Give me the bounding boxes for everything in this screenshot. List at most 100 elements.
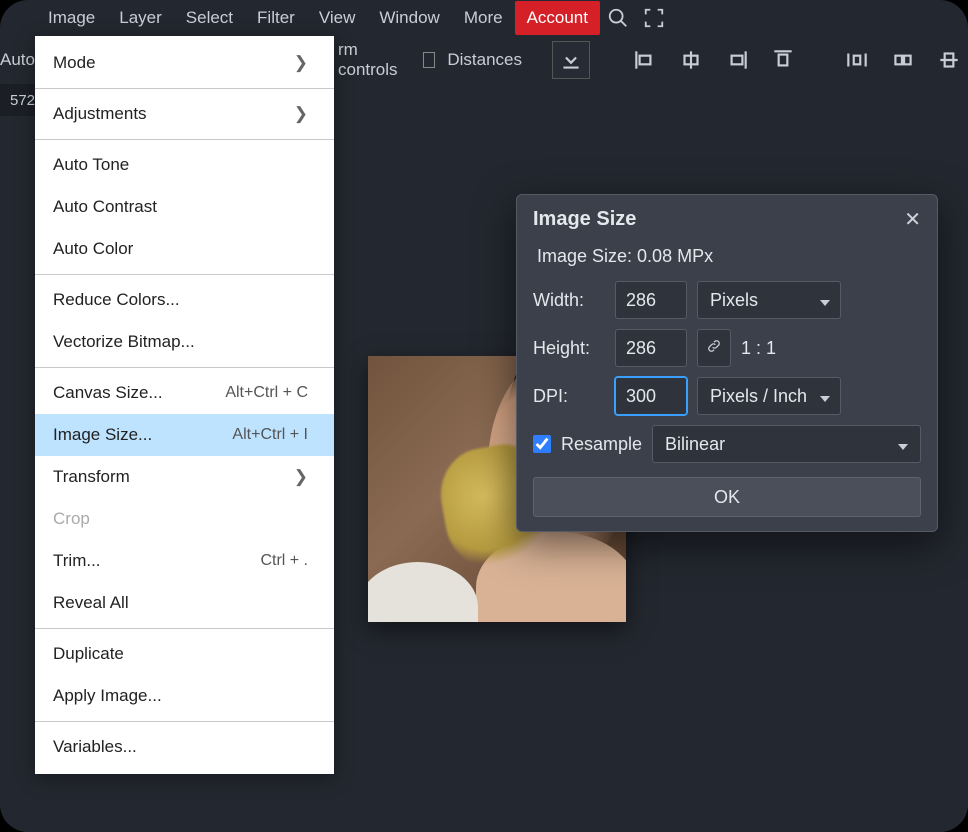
fullscreen-icon[interactable]	[636, 0, 672, 36]
menu-apply-image-label: Apply Image...	[53, 686, 162, 706]
menu-separator	[35, 274, 334, 275]
align-left-icon[interactable]	[626, 41, 664, 79]
menu-separator	[35, 628, 334, 629]
distribute-h-icon[interactable]	[838, 41, 876, 79]
toolbar-icons	[552, 41, 968, 79]
menu-image[interactable]: Image	[36, 2, 107, 34]
distribute-3-icon[interactable]	[930, 41, 968, 79]
link-icon	[706, 338, 722, 359]
toolbar-left-stub: Auto	[0, 50, 28, 70]
menu-apply-image[interactable]: Apply Image...	[35, 675, 334, 717]
menu-mode-label: Mode	[53, 53, 96, 73]
menu-select[interactable]: Select	[174, 2, 245, 34]
transform-controls-label: rm controls	[338, 40, 401, 80]
menu-image-size-shortcut: Alt+Ctrl + I	[232, 426, 308, 444]
menu-account[interactable]: Account	[515, 1, 600, 35]
height-input[interactable]	[615, 329, 687, 367]
align-center-h-icon[interactable]	[672, 41, 710, 79]
resample-method-select[interactable]: Bilinear	[652, 425, 921, 463]
dpi-row: DPI: Pixels / Inch	[533, 377, 921, 415]
image-menu-dropdown: Mode ❯ Adjustments ❯ Auto Tone Auto Cont…	[35, 36, 334, 774]
download-icon[interactable]	[552, 41, 590, 79]
menu-crop-label: Crop	[53, 509, 90, 529]
close-icon[interactable]: ✕	[904, 207, 921, 232]
chevron-right-icon: ❯	[294, 53, 308, 73]
menu-auto-color-label: Auto Color	[53, 239, 133, 259]
aspect-lock-button[interactable]	[697, 329, 731, 367]
chevron-right-icon: ❯	[294, 467, 308, 487]
menu-crop: Crop	[35, 498, 334, 540]
menu-filter[interactable]: Filter	[245, 2, 307, 34]
menu-image-size[interactable]: Image Size... Alt+Ctrl + I	[35, 414, 334, 456]
menu-adjustments-label: Adjustments	[53, 104, 147, 124]
menu-separator	[35, 139, 334, 140]
width-unit-select[interactable]: Pixels	[697, 281, 841, 319]
menu-mode[interactable]: Mode ❯	[35, 42, 334, 84]
menu-layer[interactable]: Layer	[107, 2, 174, 34]
menu-reveal-all-label: Reveal All	[53, 593, 129, 613]
height-label: Height:	[533, 338, 605, 359]
menu-transform[interactable]: Transform ❯	[35, 456, 334, 498]
menu-auto-tone-label: Auto Tone	[53, 155, 129, 175]
menu-auto-tone[interactable]: Auto Tone	[35, 144, 334, 186]
dpi-input[interactable]	[615, 377, 687, 415]
menu-reveal-all[interactable]: Reveal All	[35, 582, 334, 624]
menu-separator	[35, 88, 334, 89]
align-top-icon[interactable]	[764, 41, 802, 79]
width-input[interactable]	[615, 281, 687, 319]
aspect-ratio: 1 : 1	[741, 338, 776, 359]
menu-auto-contrast-label: Auto Contrast	[53, 197, 157, 217]
menu-adjustments[interactable]: Adjustments ❯	[35, 93, 334, 135]
menu-duplicate[interactable]: Duplicate	[35, 633, 334, 675]
dpi-unit-select[interactable]: Pixels / Inch	[697, 377, 841, 415]
dialog-titlebar[interactable]: Image Size ✕	[517, 195, 937, 242]
menu-variables[interactable]: Variables...	[35, 726, 334, 768]
image-size-info: Image Size: 0.08 MPx	[533, 242, 921, 281]
resample-method-label: Bilinear	[665, 434, 725, 455]
menubar: Image Layer Select Filter View Window Mo…	[0, 0, 968, 36]
menu-canvas-size[interactable]: Canvas Size... Alt+Ctrl + C	[35, 372, 334, 414]
menu-trim[interactable]: Trim... Ctrl + .	[35, 540, 334, 582]
chevron-down-icon	[898, 434, 908, 455]
menu-trim-shortcut: Ctrl + .	[260, 552, 308, 570]
menu-window[interactable]: Window	[367, 2, 451, 34]
width-row: Width: Pixels	[533, 281, 921, 319]
align-right-icon[interactable]	[718, 41, 756, 79]
menu-duplicate-label: Duplicate	[53, 644, 124, 664]
menu-view[interactable]: View	[307, 2, 368, 34]
menu-auto-color[interactable]: Auto Color	[35, 228, 334, 270]
menu-trim-label: Trim...	[53, 551, 101, 571]
height-row: Height: 1 : 1	[533, 329, 921, 367]
menu-vectorize-label: Vectorize Bitmap...	[53, 332, 195, 352]
menu-vectorize-bitmap[interactable]: Vectorize Bitmap...	[35, 321, 334, 363]
menu-transform-label: Transform	[53, 467, 130, 487]
chevron-down-icon	[820, 290, 830, 311]
chevron-right-icon: ❯	[294, 104, 308, 124]
distribute-v-icon[interactable]	[884, 41, 922, 79]
chevron-down-icon	[820, 386, 830, 407]
menu-canvas-size-shortcut: Alt+Ctrl + C	[225, 384, 308, 402]
menu-more[interactable]: More	[452, 2, 515, 34]
search-icon[interactable]	[600, 0, 636, 36]
menu-variables-label: Variables...	[53, 737, 137, 757]
app-window: Image Layer Select Filter View Window Mo…	[0, 0, 968, 832]
resample-checkbox[interactable]	[533, 435, 551, 453]
dpi-unit-label: Pixels / Inch	[710, 386, 807, 407]
menu-separator	[35, 367, 334, 368]
width-label: Width:	[533, 290, 605, 311]
menu-separator	[35, 721, 334, 722]
menu-reduce-colors[interactable]: Reduce Colors...	[35, 279, 334, 321]
menu-reduce-colors-label: Reduce Colors...	[53, 290, 180, 310]
menu-canvas-size-label: Canvas Size...	[53, 383, 163, 403]
menu-image-size-label: Image Size...	[53, 425, 152, 445]
dpi-label: DPI:	[533, 386, 605, 407]
resample-label: Resample	[561, 434, 642, 455]
dialog-title: Image Size	[533, 208, 636, 231]
menu-auto-contrast[interactable]: Auto Contrast	[35, 186, 334, 228]
distances-checkbox[interactable]	[423, 52, 435, 68]
resample-row: Resample Bilinear	[533, 425, 921, 463]
distances-label: Distances	[447, 50, 522, 70]
width-unit-label: Pixels	[710, 290, 758, 311]
ok-button[interactable]: OK	[533, 477, 921, 517]
image-size-dialog: Image Size ✕ Image Size: 0.08 MPx Width:…	[516, 194, 938, 532]
